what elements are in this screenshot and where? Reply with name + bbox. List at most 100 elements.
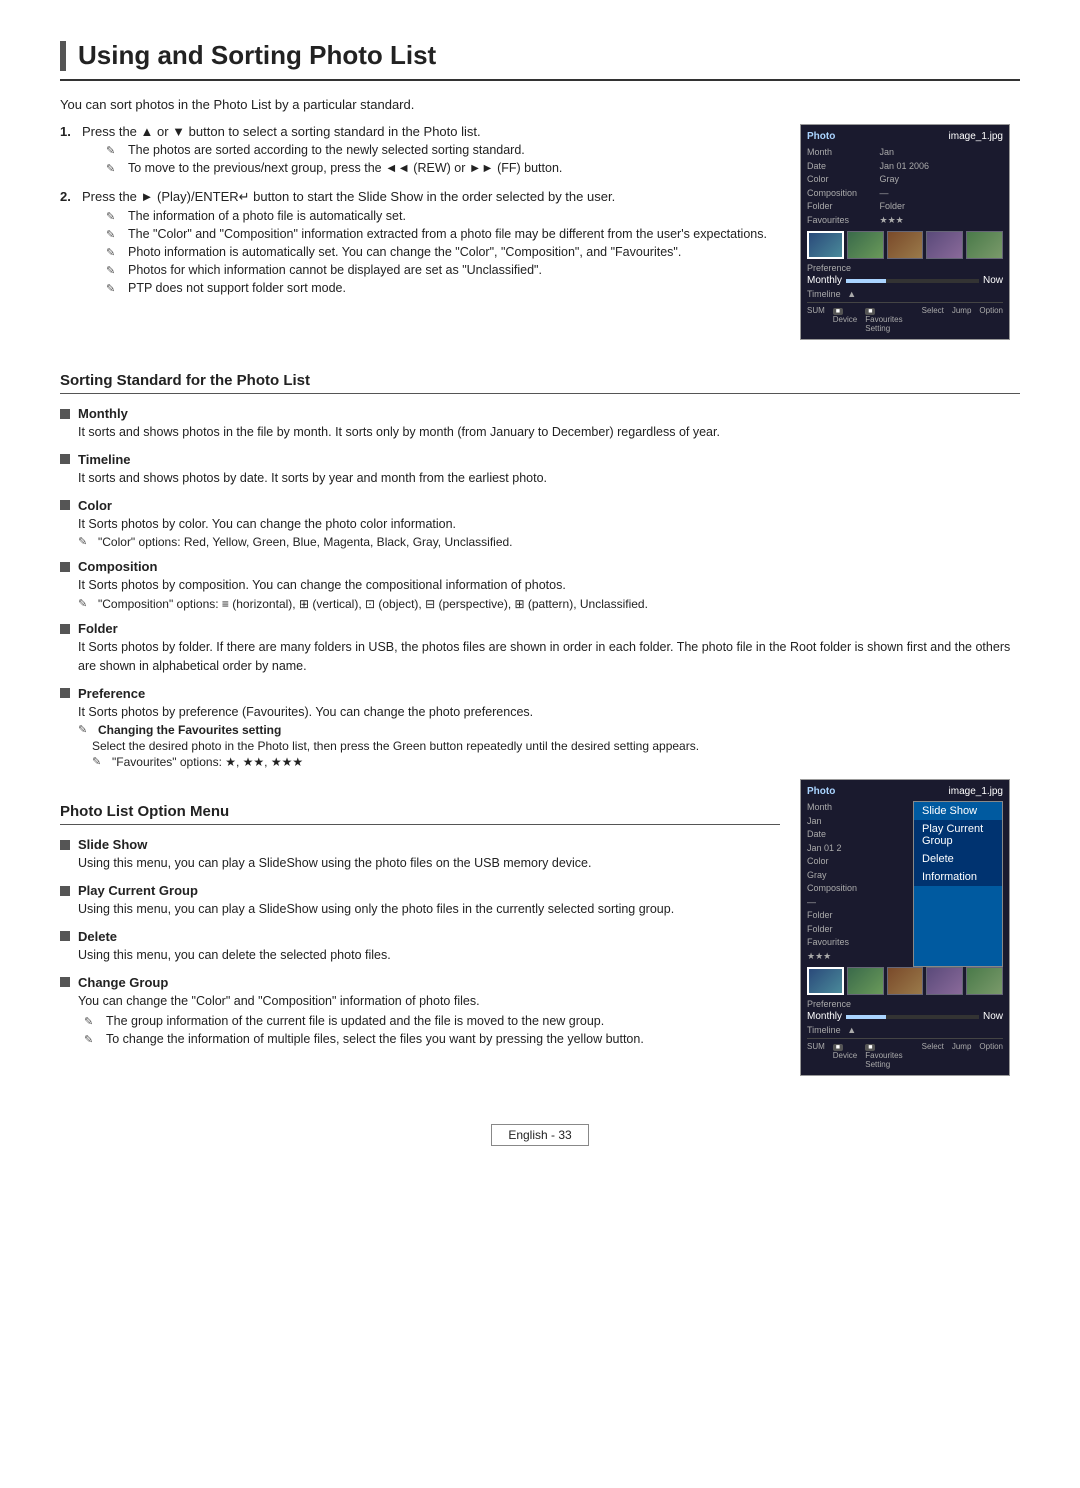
thumb-5: [966, 231, 1003, 259]
opt-play-current: Play Current Group Using this menu, you …: [60, 883, 780, 919]
photo-ui-box-1: Photo image_1.jpg Month Jan Date Jan 01 …: [800, 124, 1010, 340]
monthly-label: Monthly: [807, 275, 842, 286]
info2-date: Jan 01 2: [807, 842, 877, 856]
opt-slideshow-name: Slide Show: [78, 837, 147, 852]
sort-pref-bold: Changing the Favourites setting: [98, 723, 281, 737]
opt-change-group: Change Group You can change the "Color" …: [60, 975, 780, 1047]
sort-monthly: Monthly It sorts and shows photos in the…: [60, 406, 1020, 442]
opt-change-group-desc: You can change the "Color" and "Composit…: [78, 992, 780, 1011]
note-icon-4: ✎: [106, 228, 122, 241]
step-2-content: Press the ► (Play)/ENTER↵ button to star…: [82, 189, 767, 299]
sort-folder-name: Folder: [78, 621, 118, 636]
step-2-note-3-text: Photo information is automatically set. …: [128, 245, 681, 259]
menu-information: Information: [914, 868, 1002, 886]
sort-composition-subnote: "Composition" options: ≡ (horizontal), ⊞…: [98, 597, 648, 611]
sort-timeline: Timeline It sorts and shows photos by da…: [60, 452, 1020, 488]
footer2-option: Option: [979, 1042, 1003, 1069]
menu-play-current: Play Current Group: [914, 820, 1002, 850]
progress-fill-1: [846, 279, 886, 283]
thumb2-3: [887, 967, 924, 995]
step-2-note-1-text: The information of a photo file is autom…: [128, 209, 406, 223]
thumb-2: [847, 231, 884, 259]
footer-option: Option: [979, 306, 1003, 333]
pref-note-icon2: ✎: [92, 755, 106, 769]
thumb2-4: [926, 967, 963, 995]
timeline-label: Timeline: [807, 289, 841, 299]
photo-info-2: Month Jan Date Jan 01 2 Color Gray Compo…: [807, 801, 907, 963]
cg-note-icon-2: ✎: [84, 1033, 100, 1046]
opt-slideshow-desc: Using this menu, you can play a SlideSho…: [78, 854, 780, 873]
sort-composition-title: Composition: [60, 559, 1020, 574]
step-1: 1. Press the ▲ or ▼ button to select a s…: [60, 124, 780, 179]
progress-bar-2: [846, 1015, 979, 1019]
step-1-content: Press the ▲ or ▼ button to select a sort…: [82, 124, 562, 179]
info-comp: —: [880, 187, 950, 201]
monthly-bar-2: Monthly Now: [807, 1011, 1003, 1022]
photo-info-1: Month Jan Date Jan 01 2006 Color Gray Co…: [807, 146, 1003, 227]
bullet-square-timeline: [60, 454, 70, 464]
thumb-3: [887, 231, 924, 259]
step-1-text: Press the ▲ or ▼ button to select a sort…: [82, 124, 481, 139]
opt-delete-name: Delete: [78, 929, 117, 944]
photo-ui-header-2: Photo image_1.jpg: [807, 786, 1003, 797]
sort-color-title: Color: [60, 498, 1020, 513]
info-month: Jan: [880, 146, 950, 160]
cg-note-icon-1: ✎: [84, 1015, 100, 1028]
pref-label-1: Preference: [807, 263, 1003, 273]
main-content: 1. Press the ▲ or ▼ button to select a s…: [60, 124, 1020, 348]
device-key: ■: [833, 308, 843, 315]
info2-fav: ★★★: [807, 950, 877, 964]
photo-ui-box-2: Photo image_1.jpg Month Jan Date Jan 01 …: [800, 779, 1010, 1076]
opt-delete: Delete Using this menu, you can delete t…: [60, 929, 780, 965]
now-label: Now: [983, 275, 1003, 286]
thumb-1: [807, 231, 844, 259]
info-color: Gray: [880, 173, 950, 187]
sort-timeline-title: Timeline: [60, 452, 1020, 467]
sort-pref-note2-text: Select the desired photo in the Photo li…: [92, 739, 699, 753]
photo-ui-mockup-2: Photo image_1.jpg Month Jan Date Jan 01 …: [800, 779, 1020, 1084]
photo-ui-footer-2: SUM ■ Device ■ Favourites Setting Select…: [807, 1038, 1003, 1069]
footer2-select: Select: [922, 1042, 944, 1069]
sort-timeline-desc: It sorts and shows photos by date. It so…: [78, 469, 1020, 488]
sort-composition-desc: It Sorts photos by composition. You can …: [78, 576, 1020, 595]
bullet-square-ss: [60, 840, 70, 850]
intro-text: You can sort photos in the Photo List by…: [60, 97, 1020, 112]
sort-composition: Composition It Sorts photos by compositi…: [60, 559, 1020, 611]
step-2-note-4: ✎ Photos for which information cannot be…: [106, 263, 767, 277]
photo-ui-header-1: Photo image_1.jpg: [807, 131, 1003, 142]
fav-key-2: ■: [865, 1044, 875, 1051]
left-column: 1. Press the ▲ or ▼ button to select a s…: [60, 124, 780, 348]
note-icon-1: ✎: [106, 144, 122, 157]
step-1-note-1-text: The photos are sorted according to the n…: [128, 143, 525, 157]
bullet-square-composition: [60, 562, 70, 572]
bullet-square-color: [60, 500, 70, 510]
opt-play-current-desc: Using this menu, you can play a SlideSho…: [78, 900, 780, 919]
opt-cg-note-1: ✎ The group information of the current f…: [84, 1014, 780, 1028]
sort-composition-name: Composition: [78, 559, 157, 574]
info-date: Jan 01 2006: [880, 160, 950, 174]
info2-folder: Folder: [807, 923, 877, 937]
step-1-note-1: ✎ The photos are sorted according to the…: [106, 143, 562, 157]
bullet-square-folder: [60, 624, 70, 634]
step-2-note-1: ✎ The information of a photo file is aut…: [106, 209, 767, 223]
opt-delete-desc: Using this menu, you can delete the sele…: [78, 946, 780, 965]
photo-label-2: Photo: [807, 786, 835, 797]
color-note-icon: ✎: [78, 535, 92, 549]
step-2-notes: ✎ The information of a photo file is aut…: [106, 209, 767, 295]
photo-filename-2: image_1.jpg: [949, 786, 1003, 797]
opt-slideshow-title: Slide Show: [60, 837, 780, 852]
opt-play-current-name: Play Current Group: [78, 883, 198, 898]
progress-fill-2: [846, 1015, 886, 1019]
photo-ui2-main: Month Jan Date Jan 01 2 Color Gray Compo…: [807, 801, 1003, 967]
timeline-label-2: Timeline: [807, 1025, 841, 1035]
bullet-square-monthly: [60, 409, 70, 419]
sort-pref-bold-text: Changing the Favourites setting: [98, 723, 281, 737]
footer-badge: English - 33: [491, 1124, 588, 1146]
device-key-2: ■: [833, 1044, 843, 1051]
step-2-num: 2.: [60, 189, 76, 299]
step-2: 2. Press the ► (Play)/ENTER↵ button to s…: [60, 189, 780, 299]
photo-ui-footer-1: SUM ■ Device ■ Favourites Setting Select…: [807, 302, 1003, 333]
sort-composition-note: ✎ "Composition" options: ≡ (horizontal),…: [78, 597, 1020, 611]
step-1-num: 1.: [60, 124, 76, 179]
pref-label-2: Preference: [807, 999, 1003, 1009]
